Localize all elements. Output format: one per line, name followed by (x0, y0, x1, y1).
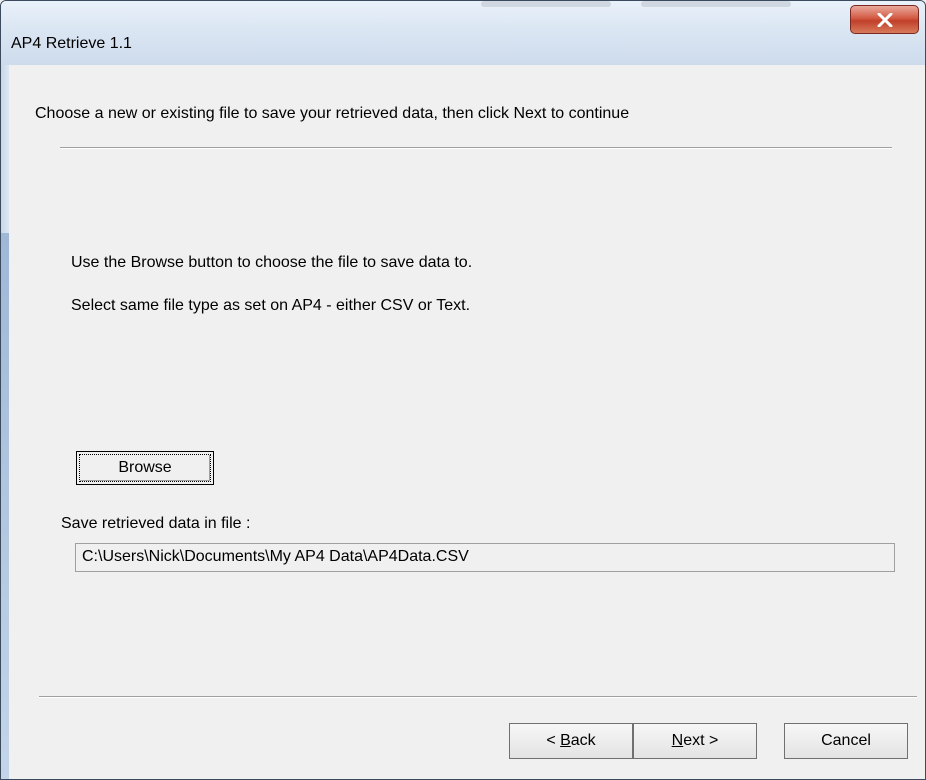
title-bar-blur (481, 1, 611, 7)
save-file-label: Save retrieved data in file : (61, 515, 251, 532)
back-button[interactable]: < Back (509, 723, 633, 759)
cancel-button-label: Cancel (821, 732, 871, 749)
title-bar-blur-2 (641, 1, 791, 7)
wizard-window: AP4 Retrieve 1.1 Choose a new or existin… (0, 0, 926, 780)
cancel-button[interactable]: Cancel (784, 723, 908, 759)
window-title: AP4 Retrieve 1.1 (11, 35, 132, 52)
next-button-rest: ext > (683, 732, 719, 749)
wizard-client-area: Choose a new or existing file to save yo… (9, 65, 925, 779)
window-left-border-shade (1, 233, 9, 779)
page-instruction: Choose a new or existing file to save yo… (35, 105, 630, 122)
next-button-accel: N (671, 732, 684, 749)
header-divider (60, 147, 892, 149)
close-button[interactable] (850, 5, 919, 34)
back-button-rest: ack (570, 732, 596, 749)
back-button-prefix: < (546, 732, 561, 749)
file-type-instruction: Select same file type as set on AP4 - ei… (71, 297, 471, 314)
close-icon (877, 12, 893, 27)
title-bar[interactable]: AP4 Retrieve 1.1 (1, 1, 925, 65)
next-button[interactable]: Next > (633, 723, 757, 759)
file-path-field[interactable]: C:\Users\Nick\Documents\My AP4 Data\AP4D… (75, 543, 895, 572)
browse-button-label: Browse (79, 454, 211, 482)
browse-button[interactable]: Browse (76, 451, 214, 485)
footer-divider (39, 696, 917, 698)
browse-instruction: Use the Browse button to choose the file… (71, 254, 473, 271)
back-button-accel: B (560, 732, 571, 749)
